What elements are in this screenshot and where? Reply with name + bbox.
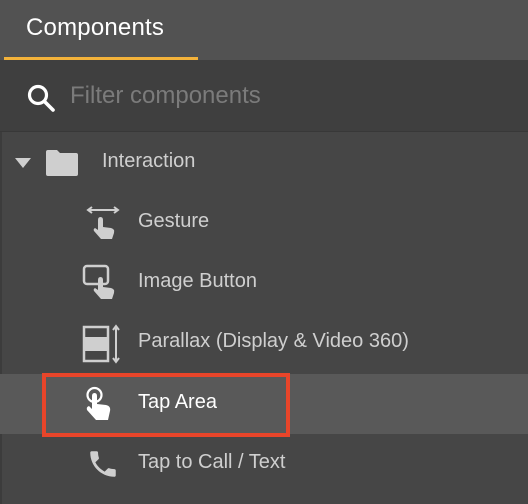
item-label: Tap to Call / Text [138, 451, 286, 473]
components-panel: Components Interaction Gesture [0, 0, 528, 504]
search-icon [27, 84, 55, 112]
chevron-down-icon[interactable] [14, 157, 32, 169]
phone-icon [90, 451, 116, 477]
tree-folder-interaction[interactable]: Interaction [0, 133, 528, 193]
folder-label: Interaction [102, 150, 196, 172]
tab-components-label: Components [26, 14, 165, 41]
parallax-icon [82, 324, 120, 364]
tree-item-image-button[interactable]: Image Button [0, 253, 528, 313]
tree-item-tap-to-call[interactable]: Tap to Call / Text [0, 434, 528, 494]
item-label: Parallax (Display & Video 360) [138, 330, 409, 352]
tab-components[interactable]: Components [4, 0, 198, 60]
selection-highlight-box [42, 373, 290, 437]
search-bar [0, 60, 528, 132]
swipe-gesture-icon [86, 206, 120, 239]
tree-item-gesture[interactable]: Gesture [0, 193, 528, 253]
panel-header: Components [0, 0, 528, 60]
folder-icon [46, 150, 78, 176]
item-label: Image Button [138, 270, 257, 292]
item-label: Gesture [138, 210, 210, 232]
image-button-icon [82, 264, 115, 299]
tree-item-parallax[interactable]: Parallax (Display & Video 360) [0, 313, 528, 373]
search-input[interactable] [70, 78, 490, 114]
